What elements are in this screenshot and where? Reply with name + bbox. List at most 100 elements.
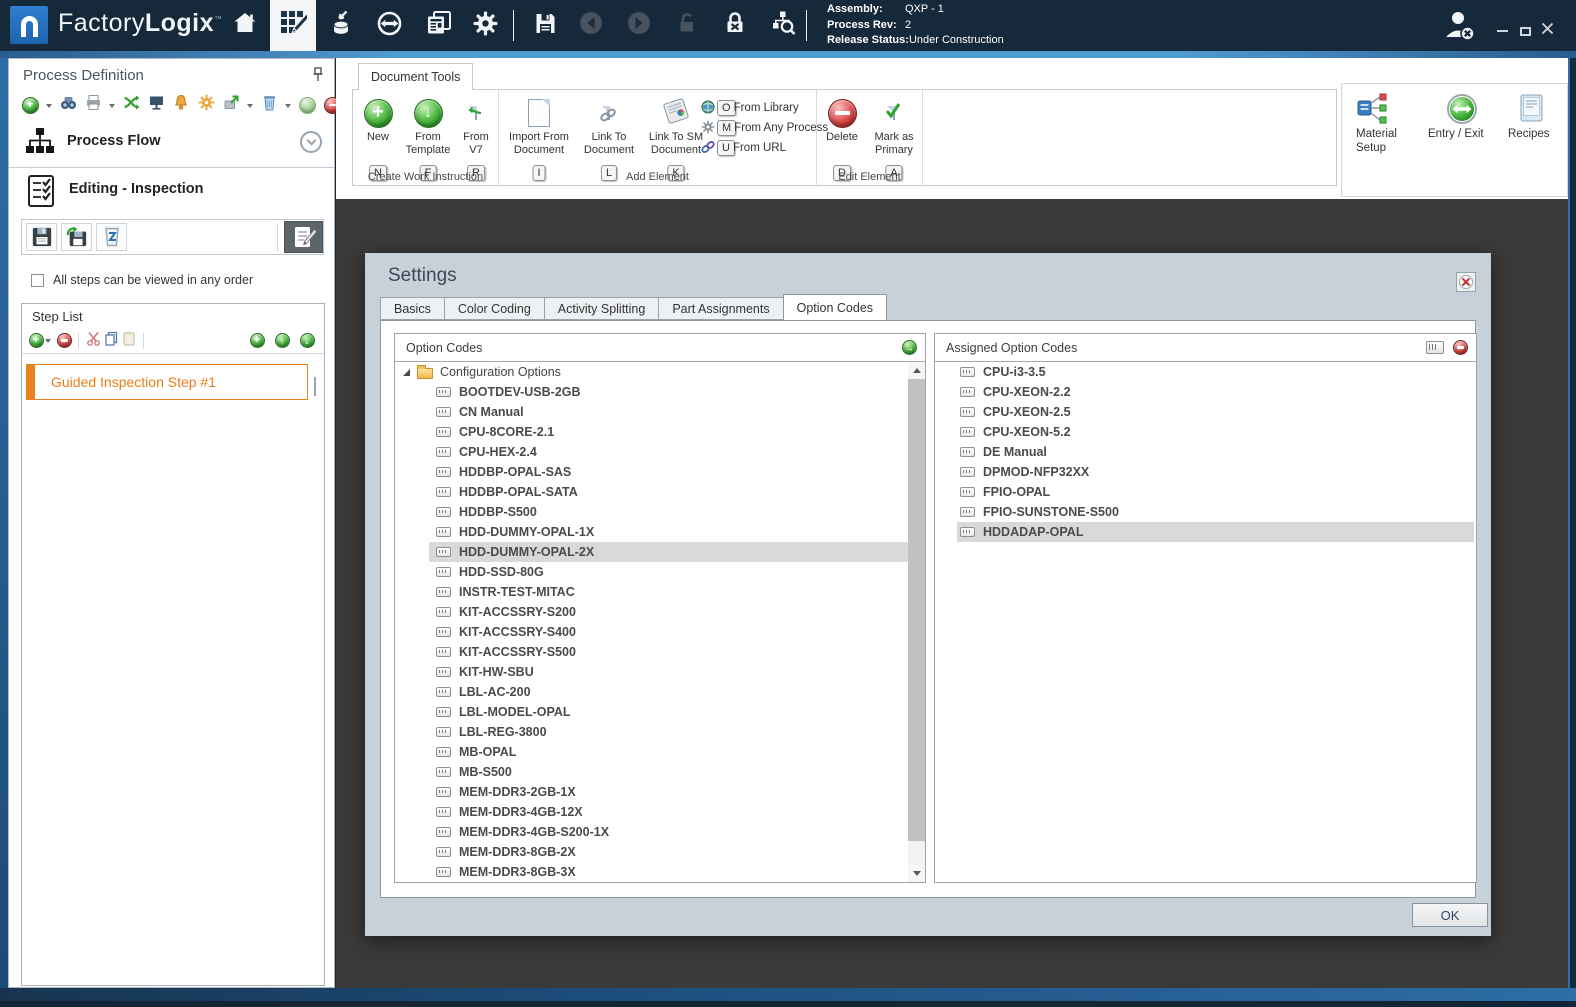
move-step-up-button[interactable]	[273, 332, 291, 350]
any-order-checkbox[interactable]	[31, 274, 44, 287]
reports-button[interactable]	[416, 0, 462, 51]
from-any-process-button[interactable]: M From Any Process	[701, 118, 815, 138]
link-to-document-button[interactable]: Link To Document L	[579, 95, 639, 173]
add-step-caret-icon[interactable]	[45, 339, 51, 346]
remove-assigned-code-button[interactable]	[1453, 340, 1468, 355]
import-from-document-button[interactable]: Import From Document I	[503, 95, 575, 173]
from-template-button[interactable]: From Template F	[402, 95, 454, 173]
delete-dropdown-caret-icon[interactable]	[285, 104, 291, 111]
maximize-button[interactable]	[1515, 22, 1535, 40]
option-code-item[interactable]: LBL-REG-3800	[429, 722, 908, 742]
process-search-button[interactable]	[760, 0, 806, 51]
assigned-option-code-item[interactable]: FPIO-OPAL	[957, 482, 1474, 502]
settings-tab[interactable]: Part Assignments	[658, 297, 782, 320]
entry-exit-button[interactable]: Entry / Exit	[1428, 93, 1496, 141]
option-code-item[interactable]: HDD-DUMMY-OPAL-1X	[429, 522, 908, 542]
option-code-item[interactable]: HDDBP-OPAL-SATA	[429, 482, 908, 502]
assigned-option-code-item[interactable]: CPU-i3-3.5	[957, 362, 1474, 382]
move-step-down-button[interactable]	[298, 332, 316, 350]
option-code-item[interactable]: MEM-DDR3-4GB-S200-1X	[429, 822, 908, 842]
cut-step-button[interactable]	[84, 332, 102, 350]
close-dialog-button[interactable]	[1456, 272, 1476, 292]
mark-as-primary-button[interactable]: Mark as Primary A	[867, 95, 921, 173]
settings-button[interactable]	[462, 0, 508, 51]
expand-process-flow-button[interactable]	[300, 131, 322, 153]
scroll-down-button[interactable]	[908, 865, 925, 882]
delete-activity-button[interactable]	[260, 96, 278, 114]
process-flow-row[interactable]: Process Flow	[9, 121, 334, 167]
alert-button[interactable]	[172, 96, 190, 114]
option-code-item[interactable]: BOOTDEV-USB-2GB	[429, 382, 908, 402]
tree-root-configuration-options[interactable]: Configuration Options	[395, 362, 908, 382]
assigned-option-codes-list-body[interactable]: CPU-i3-3.5 CPU-XEON-2.2 CPU-XEON-2.5	[935, 362, 1476, 882]
new-button[interactable]: New N	[356, 95, 400, 173]
assigned-option-code-item[interactable]: DE Manual	[957, 442, 1474, 462]
print-button[interactable]	[84, 96, 102, 114]
settings-tab[interactable]: Option Codes	[783, 294, 887, 320]
assigned-option-code-item[interactable]: FPIO-SUNSTONE-S500	[957, 502, 1474, 522]
assigned-option-code-item[interactable]: CPU-XEON-2.5	[957, 402, 1474, 422]
find-button[interactable]	[59, 96, 77, 114]
copy-step-button[interactable]	[102, 332, 120, 350]
status-go-button[interactable]	[298, 96, 316, 114]
config-button[interactable]	[197, 96, 215, 114]
data-import-button[interactable]	[318, 0, 364, 51]
logout-user-button[interactable]	[1438, 8, 1482, 48]
step-item-guided-inspection[interactable]: Guided Inspection Step #1	[26, 364, 308, 400]
assign-option-code-button[interactable]	[902, 340, 917, 355]
option-code-item[interactable]: MEM-DDR3-2GB-1X	[429, 782, 908, 802]
scrollbar-thumb[interactable]	[908, 379, 925, 841]
from-url-button[interactable]: U From URL	[701, 138, 815, 158]
close-window-button[interactable]	[1537, 22, 1557, 40]
print-dropdown-caret-icon[interactable]	[109, 104, 115, 111]
delete-step-button[interactable]	[96, 223, 127, 251]
unlock-button[interactable]	[664, 0, 710, 51]
ok-button[interactable]: OK	[1412, 903, 1488, 927]
add-dropdown-caret-icon[interactable]	[46, 104, 52, 111]
option-code-item[interactable]: MEM-DDR3-8GB-2X	[429, 842, 908, 862]
from-v7-button[interactable]: From V7 R	[456, 95, 496, 173]
add-activity-button[interactable]	[21, 96, 39, 114]
option-code-item[interactable]: CN Manual	[429, 402, 908, 422]
option-code-item[interactable]: KIT-HW-SBU	[429, 662, 908, 682]
option-code-item[interactable]: KIT-ACCSSRY-S500	[429, 642, 908, 662]
forward-button[interactable]	[616, 0, 662, 51]
from-library-button[interactable]: O From Library	[701, 98, 815, 118]
tab-document-tools[interactable]: Document Tools	[358, 63, 473, 90]
option-code-item[interactable]: MEM-DDR3-8GB-3X	[429, 862, 908, 882]
save-as-template-button[interactable]	[61, 223, 92, 251]
assigned-option-code-item[interactable]: DPMOD-NFP32XX	[957, 462, 1474, 482]
link-to-sm-document-button[interactable]: Link To SM Document K	[643, 95, 709, 173]
option-code-item[interactable]: LBL-AC-200	[429, 682, 908, 702]
option-code-item[interactable]: HDD-DUMMY-OPAL-2X	[429, 542, 908, 562]
settings-tab[interactable]: Activity Splitting	[544, 297, 659, 320]
add-step-button[interactable]	[27, 332, 45, 350]
home-button[interactable]	[222, 0, 268, 51]
lock-cancel-button[interactable]	[712, 0, 758, 51]
presentation-button[interactable]	[147, 96, 165, 114]
edit-assigned-codes-button[interactable]	[1426, 341, 1444, 354]
option-code-item[interactable]: LBL-MODEL-OPAL	[429, 702, 908, 722]
tree-expander-icon[interactable]	[403, 369, 410, 376]
option-code-item[interactable]: HDD-SSD-80G	[429, 562, 908, 582]
assigned-option-code-item[interactable]: CPU-XEON-2.2	[957, 382, 1474, 402]
assigned-option-code-item[interactable]: CPU-XEON-5.2	[957, 422, 1474, 442]
back-button[interactable]	[568, 0, 614, 51]
option-code-item[interactable]: MB-OPAL	[429, 742, 908, 762]
paste-step-button[interactable]	[120, 332, 138, 350]
settings-tab[interactable]: Color Coding	[444, 297, 544, 320]
save-step-button[interactable]	[26, 223, 57, 251]
option-code-item[interactable]: MEM-DDR3-4GB-12X	[429, 802, 908, 822]
pin-icon[interactable]	[312, 67, 324, 87]
vertical-scrollbar[interactable]	[908, 362, 925, 882]
option-code-item[interactable]: HDDBP-OPAL-SAS	[429, 462, 908, 482]
sync-button[interactable]	[366, 0, 412, 51]
edit-work-instruction-button[interactable]	[284, 221, 323, 253]
step-expand-chevron[interactable]	[314, 377, 316, 395]
process-editor-button[interactable]	[270, 0, 316, 51]
option-codes-tree[interactable]: Configuration Options BOOTDEV-USB-2GB	[395, 362, 925, 882]
export-button[interactable]	[222, 96, 240, 114]
option-code-item[interactable]: INSTR-TEST-MITAC	[429, 582, 908, 602]
minimize-button[interactable]	[1492, 22, 1512, 40]
shuffle-button[interactable]	[122, 96, 140, 114]
